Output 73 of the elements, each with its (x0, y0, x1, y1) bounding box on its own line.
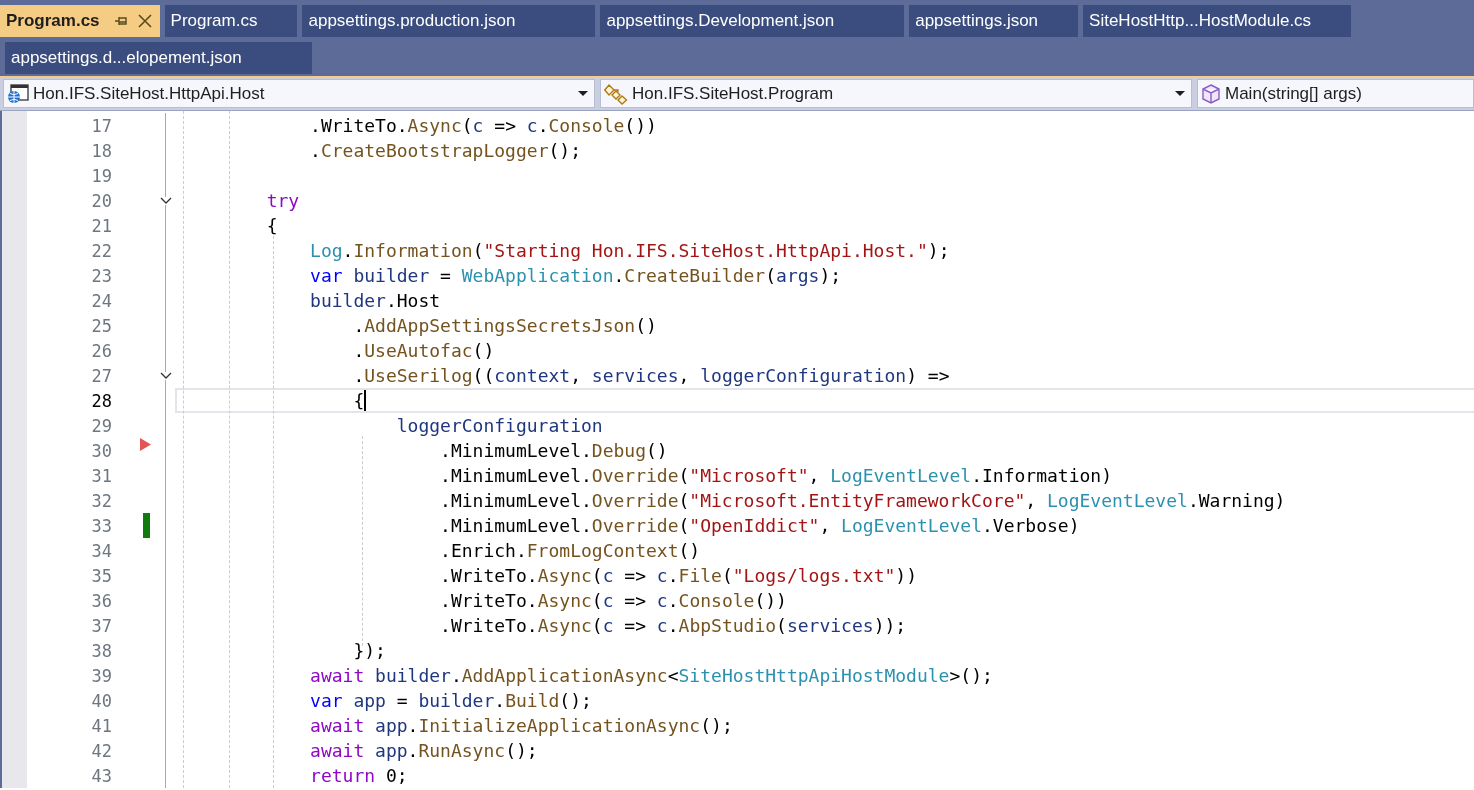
code-line: .UseSerilog((context, services, loggerConfiguration) => (352, 365, 950, 386)
code-line: .UseAutofac() (352, 340, 495, 361)
line-number: 33 (90, 515, 112, 536)
document-tab[interactable]: appsettings.d...elopement.json (5, 42, 312, 74)
code-line: try (265, 190, 300, 211)
code-line: .MinimumLevel.Override("Microsoft.EntityFrameworkCore", LogEventLevel.Warning) (439, 490, 1286, 511)
line-number: 24 (90, 290, 112, 311)
line-number: 34 (90, 540, 112, 561)
code-line: { (265, 215, 278, 236)
line-number: 18 (90, 140, 112, 161)
code-line: .Enrich.FromLogContext() (439, 540, 701, 561)
document-tab[interactable]: SiteHostHttp...HostModule.cs (1083, 5, 1352, 37)
line-number: 36 (90, 590, 112, 611)
triangle-marker-icon (140, 438, 151, 451)
code-line: await app.RunAsync(); (309, 740, 538, 761)
change-marker (143, 513, 150, 538)
line-number: 20 (90, 190, 112, 211)
code-line: await app.InitializeApplicationAsync(); (309, 715, 733, 736)
line-number: 25 (90, 315, 112, 336)
code-line: .MinimumLevel.Override("OpenIddict", LogEventLevel.Verbose) (439, 515, 1080, 536)
code-line: .MinimumLevel.Debug() (439, 440, 668, 461)
navigation-dropdown[interactable]: Hon.IFS.SiteHost.HttpApi.Host (3, 79, 595, 108)
code-line: { (352, 390, 365, 411)
line-number: 21 (90, 215, 112, 236)
navigation-dropdown[interactable]: Hon.IFS.SiteHost.Program (600, 79, 1192, 108)
line-number: 41 (90, 715, 112, 736)
code-line: .MinimumLevel.Override("Microsoft", LogEventLevel.Information) (439, 465, 1113, 486)
code-line: .WriteTo.Async(c => c.AbpStudio(services)); (439, 615, 907, 636)
line-number: 28 (90, 390, 112, 411)
line-number: 29 (90, 415, 112, 436)
line-number: 31 (90, 465, 112, 486)
code-line: .AddAppSettingsSecretsJson() (352, 315, 657, 336)
line-number: 37 (90, 615, 112, 636)
document-tab[interactable]: Program.cs (0, 5, 160, 37)
document-tab[interactable]: appsettings.Development.json (600, 5, 905, 37)
line-number: 19 (90, 165, 112, 186)
code-line: .WriteTo.Async(c => c.File("Logs/logs.txt")) (439, 565, 917, 586)
document-tab[interactable]: appsettings.production.json (302, 5, 596, 37)
text-cursor (364, 390, 366, 411)
web-project-icon (7, 83, 29, 104)
document-tab[interactable]: Program.cs (164, 5, 298, 37)
code-line: Log.Information("Starting Hon.IFS.SiteHost.HttpApi.Host."); (309, 240, 950, 261)
caret-icon[interactable] (1175, 91, 1185, 96)
caret-icon[interactable] (578, 91, 588, 96)
code-line: .WriteTo.Async(c => c.Console()) (309, 115, 657, 136)
line-number: 26 (90, 340, 112, 361)
line-number: 38 (90, 640, 112, 661)
line-number: 17 (90, 115, 112, 136)
code-line: }); (352, 640, 386, 661)
line-number: 35 (90, 565, 112, 586)
code-line: builder.Host (309, 290, 441, 311)
line-number: 42 (90, 740, 112, 761)
line-number: 30 (90, 440, 112, 461)
line-number: 43 (90, 765, 112, 786)
code-line: .CreateBootstrapLogger(); (309, 140, 581, 161)
code-line: return 0; (309, 765, 408, 786)
class-icon (604, 82, 628, 105)
line-number: 23 (90, 265, 112, 286)
cube-icon (1201, 83, 1221, 104)
code-line: loggerConfiguration (395, 415, 603, 436)
code-line: await builder.AddApplicationAsync<SiteHostHttpApiHostModule>(); (309, 665, 993, 686)
close-icon[interactable] (137, 14, 152, 28)
line-number: 39 (90, 665, 112, 686)
document-tab[interactable]: appsettings.json (909, 5, 1079, 37)
code-line: .WriteTo.Async(c => c.Console()) (439, 590, 787, 611)
code-line: var app = builder.Build(); (309, 690, 592, 711)
line-number: 32 (90, 490, 112, 511)
line-number: 22 (90, 240, 112, 261)
navigation-dropdown[interactable]: Main(string[] args) (1197, 79, 1474, 108)
pin-icon[interactable] (113, 15, 128, 27)
line-number: 40 (90, 690, 112, 711)
code-line: var builder = WebApplication.CreateBuilder(args); (309, 265, 842, 286)
line-number: 27 (90, 365, 112, 386)
